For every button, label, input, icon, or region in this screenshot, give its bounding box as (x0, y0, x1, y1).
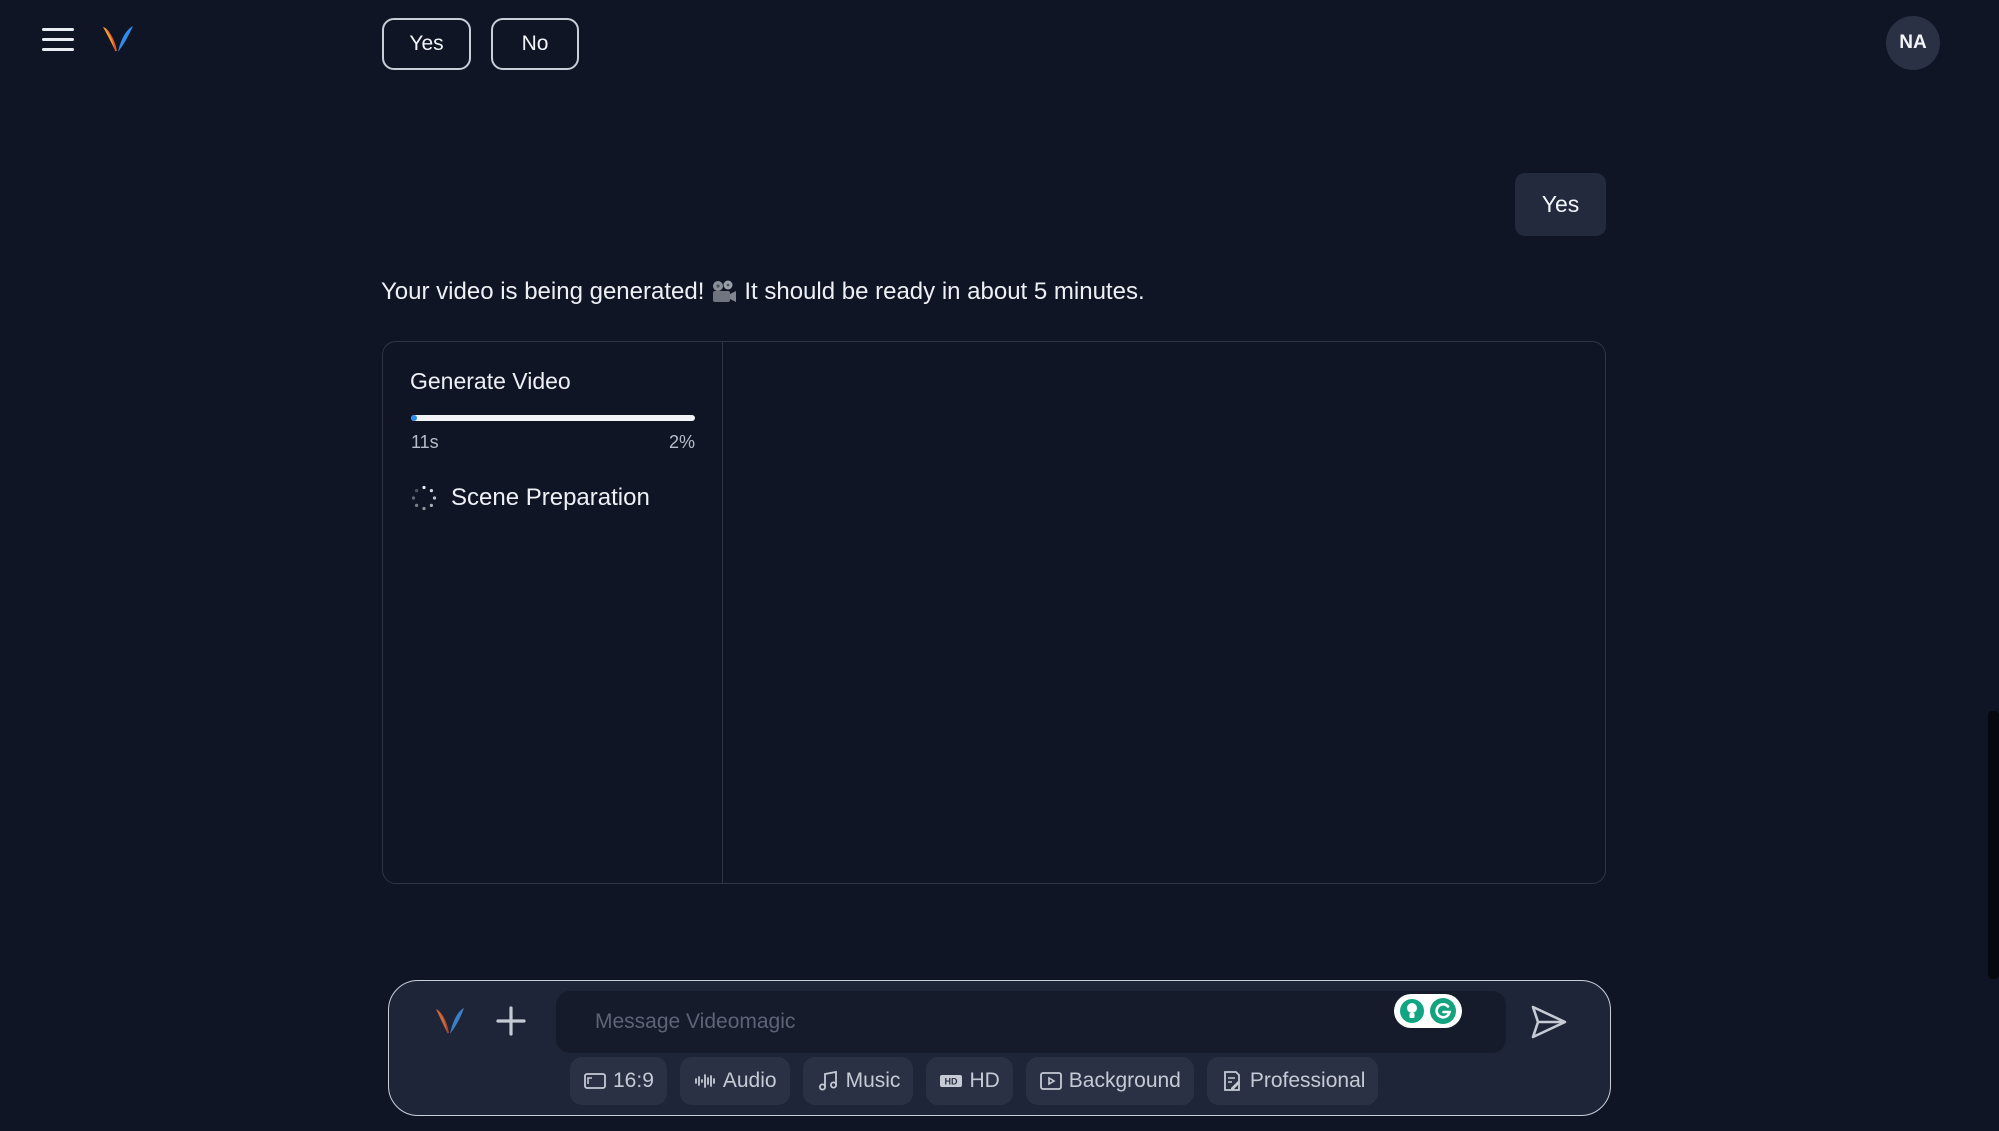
progress-bar-fill (411, 415, 417, 421)
background-video-icon (1039, 1072, 1062, 1090)
assistant-message: Your video is being generated! It should… (381, 278, 1145, 306)
hamburger-menu-icon[interactable] (42, 28, 74, 54)
movie-camera-icon (713, 280, 737, 302)
grammar-extension-badge[interactable] (1394, 994, 1462, 1028)
aspect-ratio-icon (584, 1073, 606, 1089)
audio-label: Audio (722, 1069, 777, 1092)
assistant-message-text-2: It should be ready in about 5 minutes. (744, 278, 1145, 305)
progress-percent: 2% (668, 432, 695, 452)
scrollbar-thumb[interactable] (1988, 711, 1999, 979)
music-note-icon (818, 1070, 837, 1091)
music-label: Music (845, 1069, 901, 1092)
document-edit-icon (1223, 1071, 1240, 1091)
audio-waveform-icon (694, 1074, 715, 1088)
elapsed-time: 11s (411, 432, 439, 452)
step-label: Scene Preparation (451, 484, 650, 511)
videomagic-logo-icon[interactable] (433, 1003, 467, 1039)
aspect-ratio-chip[interactable]: 16:9 (570, 1057, 667, 1105)
professional-label: Professional (1249, 1069, 1366, 1092)
send-icon[interactable] (1529, 1003, 1569, 1041)
hd-chip[interactable]: HD HD (926, 1057, 1013, 1105)
generate-progress-column: Generate Video 11s 2% Scene Preparation (383, 342, 723, 883)
avatar-initials: NA (1899, 32, 1927, 53)
professional-chip[interactable]: Professional (1206, 1057, 1379, 1105)
user-avatar[interactable]: NA (1886, 16, 1940, 70)
videomagic-logo-icon[interactable] (100, 22, 136, 58)
progress-bar (411, 415, 695, 421)
user-message-text: Yes (1541, 191, 1580, 217)
add-attachment-button[interactable] (493, 1003, 529, 1039)
background-chip[interactable]: Background (1025, 1057, 1194, 1105)
generate-video-panel: Generate Video 11s 2% Scene Preparation (382, 341, 1606, 884)
audio-chip[interactable]: Audio (679, 1057, 790, 1105)
svg-text:HD: HD (945, 1077, 958, 1087)
quick-reply-yes-button[interactable]: Yes (382, 18, 471, 70)
music-chip[interactable]: Music (802, 1057, 914, 1105)
message-input[interactable] (556, 991, 1506, 1053)
background-label: Background (1068, 1069, 1181, 1092)
loading-spinner-icon (411, 485, 437, 511)
grammarly-icon (1430, 998, 1456, 1024)
generate-video-title: Generate Video (410, 368, 571, 394)
composer-options: 16:9 Audio Music HD HD Background Profes… (570, 1057, 1379, 1105)
message-composer: 16:9 Audio Music (388, 980, 1611, 1116)
aspect-ratio-label: 16:9 (613, 1069, 654, 1092)
hd-badge-icon: HD (940, 1075, 963, 1087)
user-message-bubble: Yes (1515, 173, 1606, 236)
hd-label: HD (969, 1069, 1000, 1092)
video-preview-area (723, 342, 1605, 883)
quick-reply-no-button[interactable]: No (491, 18, 579, 70)
step-scene-preparation: Scene Preparation (411, 484, 650, 512)
assistant-message-text-1: Your video is being generated! (381, 278, 705, 305)
app-page: NA Yes No Yes Your video is being genera… (0, 0, 1999, 1131)
lightbulb-icon (1400, 999, 1424, 1023)
